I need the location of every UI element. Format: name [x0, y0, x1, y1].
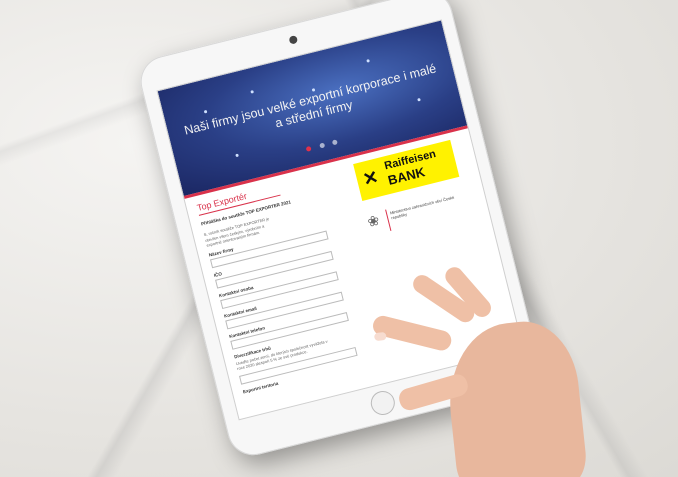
photo-scene: Naši firmy jsou velké exportní korporace…: [0, 0, 678, 477]
camera-icon: [288, 35, 299, 45]
ministry-text: Ministerstvo zahraničních věcí České rep…: [389, 194, 455, 221]
slider-dot[interactable]: [318, 142, 325, 149]
hand-palm: [441, 316, 590, 477]
slider-dot[interactable]: [331, 139, 338, 146]
state-emblem-icon: ❀: [365, 211, 381, 231]
application-form: Top Exportér Přihláška do soutěže TOP EX…: [196, 165, 400, 399]
hand: [368, 263, 618, 477]
hand-nail: [373, 331, 387, 342]
slider-dot[interactable]: [305, 145, 312, 152]
crossed-horse-heads-icon: ✕: [360, 166, 381, 190]
